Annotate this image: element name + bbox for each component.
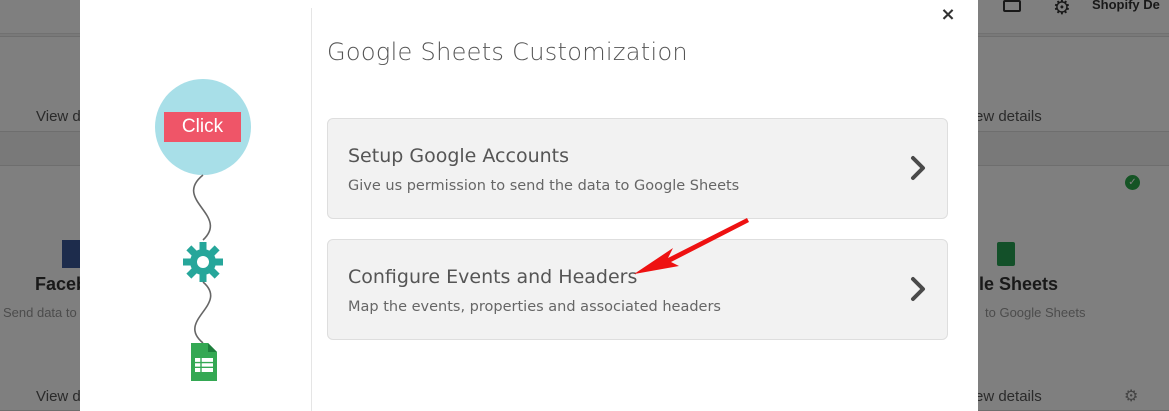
click-label: Click [164, 112, 241, 142]
option-title: Setup Google Accounts [348, 145, 569, 167]
connector-line [194, 281, 212, 344]
flow-illustration: Click [80, 0, 311, 411]
setup-google-accounts-option[interactable]: Setup Google Accounts Give us permission… [327, 118, 948, 219]
chevron-right-icon [911, 277, 925, 301]
option-description: Map the events, properties and associate… [348, 299, 721, 315]
close-button[interactable]: × [938, 4, 958, 26]
modal-title: Google Sheets Customization [327, 38, 688, 66]
customization-modal: × Click Google Sheets Customization Setu… [80, 0, 978, 411]
gear-icon [183, 242, 223, 282]
connector-line [192, 174, 212, 241]
modal-divider [311, 8, 312, 411]
option-description: Give us permission to send the data to G… [348, 178, 740, 194]
configure-events-headers-option[interactable]: Configure Events and Headers Map the eve… [327, 239, 948, 340]
google-sheets-icon [191, 343, 217, 381]
chevron-right-icon [911, 156, 925, 180]
flow-illustration-graphic [155, 79, 251, 381]
option-title: Configure Events and Headers [348, 266, 638, 288]
